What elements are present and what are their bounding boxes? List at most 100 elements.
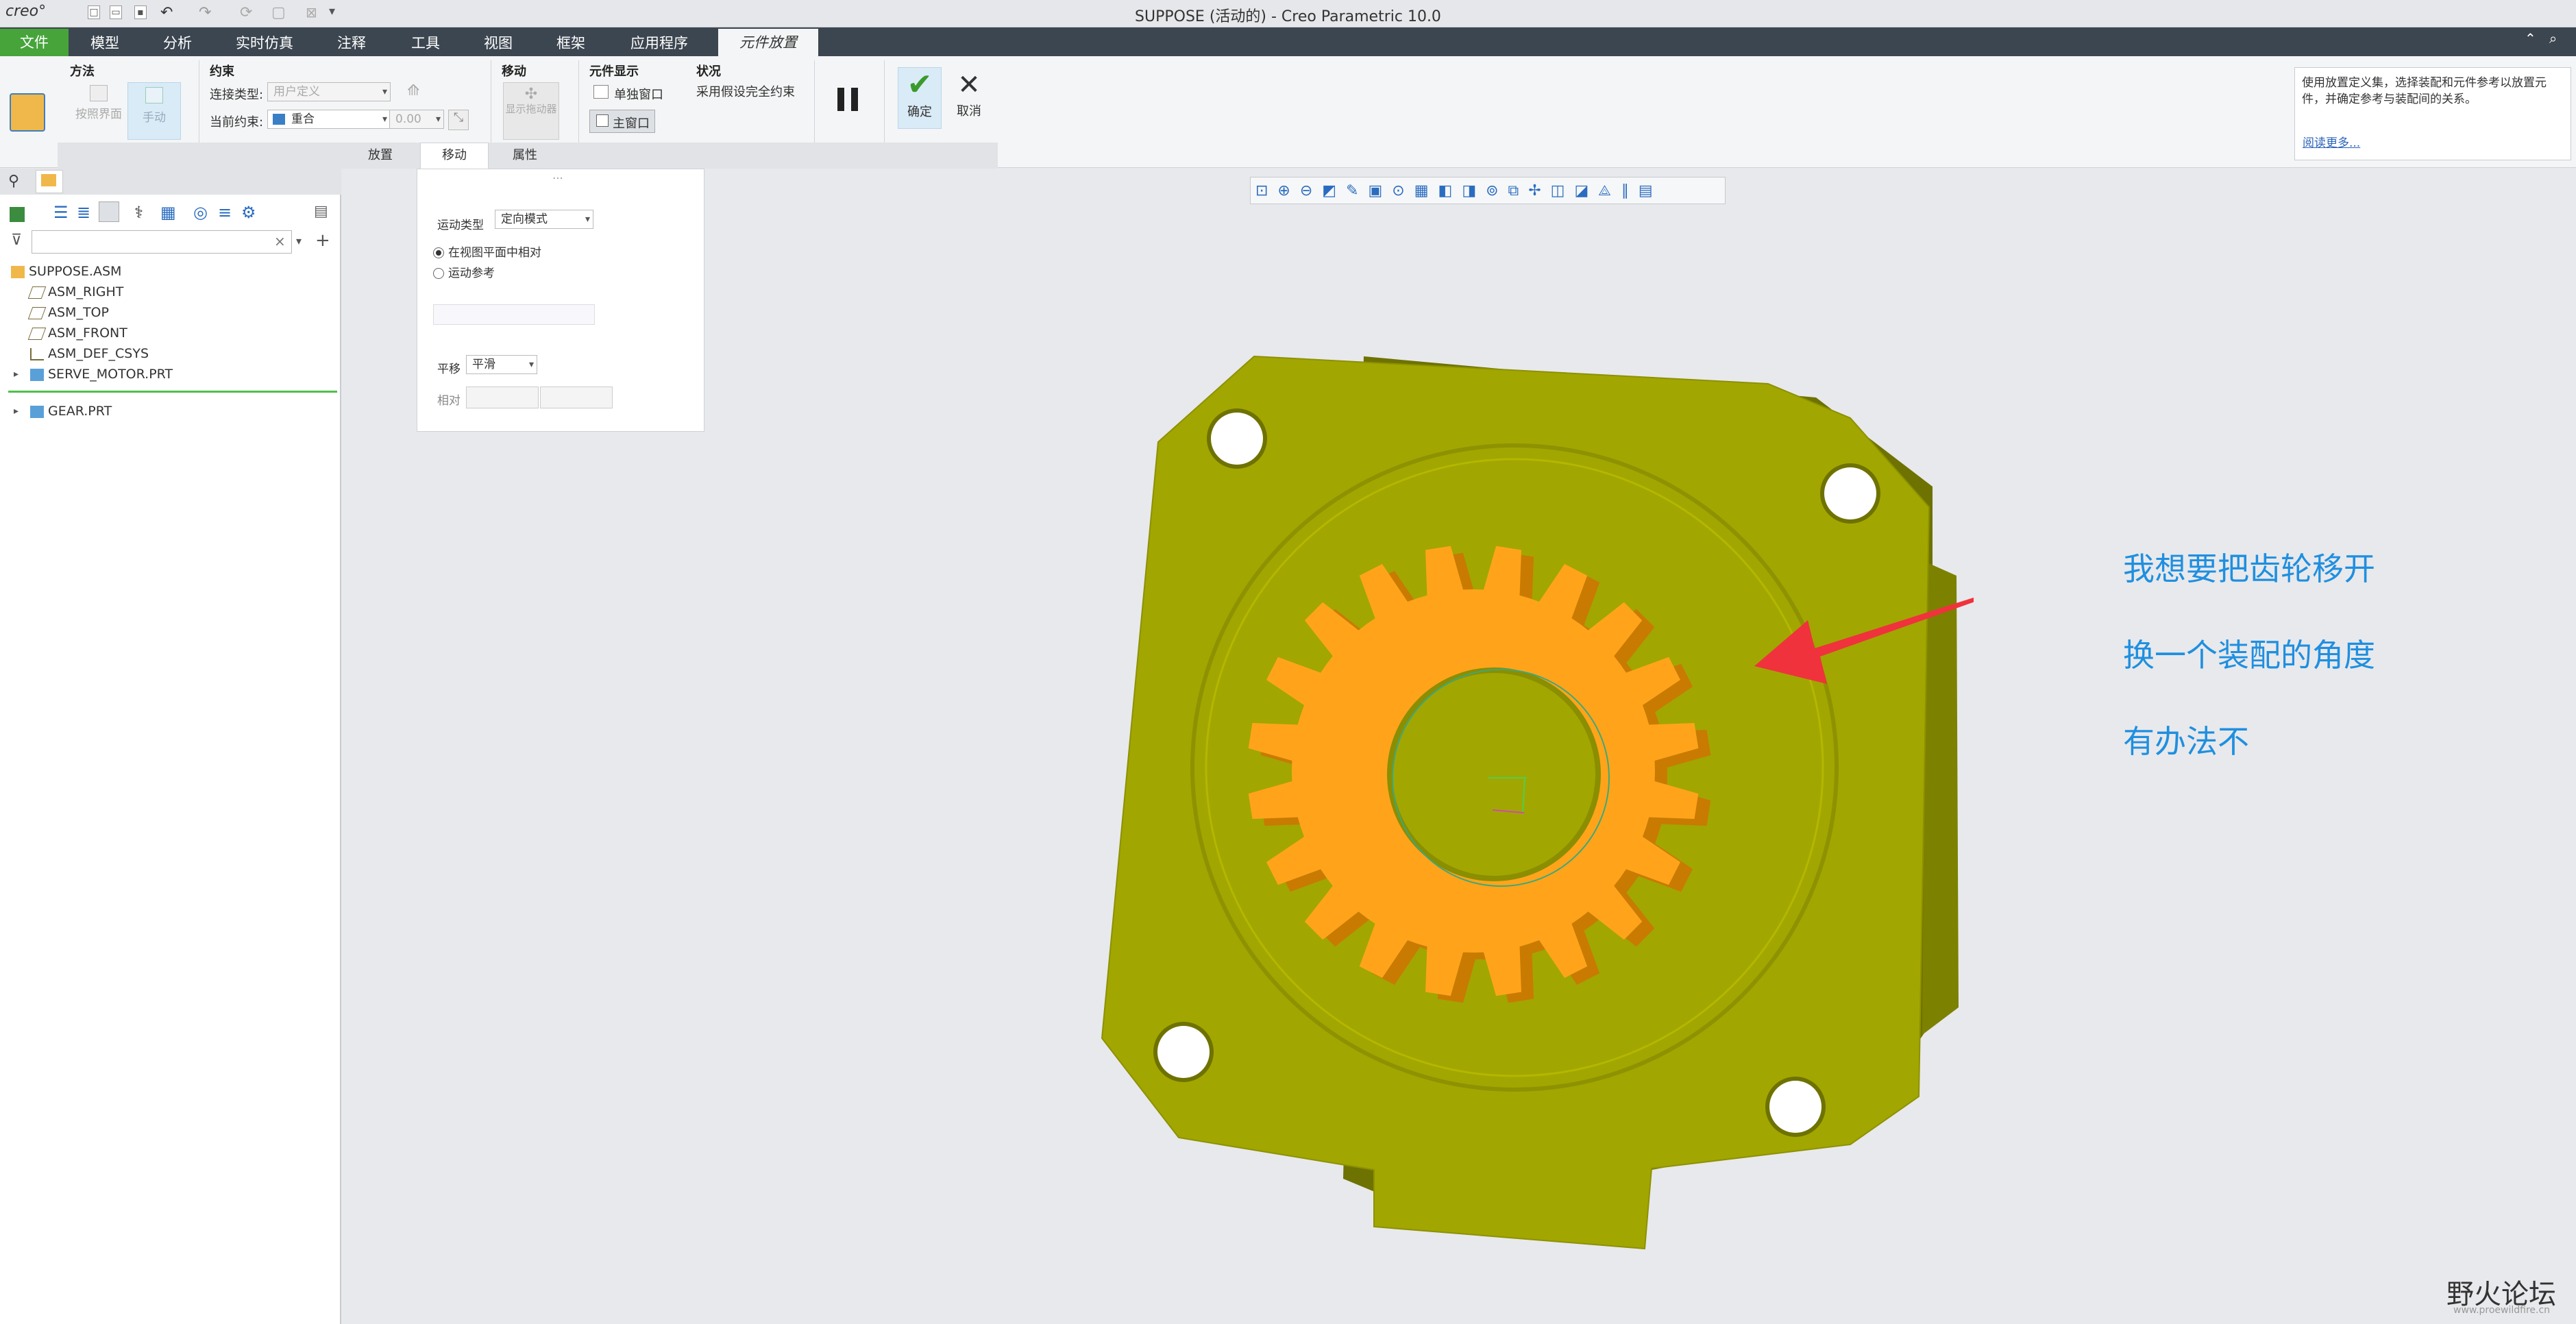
tab-component-placement[interactable]: 元件放置 bbox=[718, 29, 818, 56]
divider bbox=[814, 60, 815, 149]
tab-placement[interactable]: 放置 bbox=[346, 144, 415, 167]
current-constraint-select[interactable]: 重合 bbox=[267, 110, 391, 129]
tab-file[interactable]: 文件 bbox=[0, 29, 69, 56]
tab-model[interactable]: 模型 bbox=[90, 33, 119, 53]
show-dragger-button[interactable]: ✣ 显示拖动器 bbox=[503, 82, 559, 140]
coincident-icon bbox=[273, 114, 285, 125]
layers-icon[interactable]: ◎ bbox=[193, 203, 208, 222]
separate-window-button[interactable]: 单独窗口 bbox=[614, 85, 663, 103]
mount-hole-opening bbox=[1211, 413, 1263, 465]
motion-type-select[interactable]: 定向模式 bbox=[495, 210, 593, 229]
radio-checked bbox=[433, 247, 444, 258]
radio-motion-ref[interactable]: 运动参考 bbox=[433, 263, 495, 280]
tab-simulation[interactable]: 实时仿真 bbox=[236, 33, 293, 53]
csys-icon bbox=[30, 347, 44, 360]
connection-flip-icon[interactable]: ⟰ bbox=[407, 82, 419, 99]
ok-button[interactable]: ✔ 确定 bbox=[898, 67, 942, 129]
tree-columns-icon[interactable]: ▦ bbox=[160, 203, 176, 222]
translate-select[interactable]: 平滑 bbox=[466, 355, 537, 374]
relative-input-1[interactable] bbox=[466, 387, 539, 408]
tree-filter-icon[interactable]: ⚕ bbox=[134, 203, 143, 222]
separate-window-icon bbox=[593, 85, 609, 99]
tab-framework[interactable]: 框架 bbox=[556, 33, 585, 53]
manual-label: 手动 bbox=[143, 111, 166, 125]
by-interface-button[interactable]: 按照界面 bbox=[71, 82, 126, 137]
radio-unchecked bbox=[433, 268, 444, 279]
divider bbox=[578, 60, 579, 149]
expand-icon[interactable]: ▸ bbox=[14, 406, 19, 417]
panel-grip[interactable]: ⋯ bbox=[552, 171, 563, 184]
search-input[interactable] bbox=[32, 230, 292, 254]
tab-applications[interactable]: 应用程序 bbox=[630, 33, 688, 53]
filter-icon[interactable]: ⊽ bbox=[11, 232, 22, 249]
tree-item-label: ASM_RIGHT bbox=[48, 284, 124, 299]
settings-icon[interactable] bbox=[10, 207, 25, 222]
tree-item-asm-right[interactable]: ASM_RIGHT bbox=[27, 282, 124, 302]
show-tree-icon[interactable]: ☰ bbox=[53, 203, 69, 222]
tab-view[interactable]: 视图 bbox=[484, 33, 513, 53]
tab-analysis[interactable]: 分析 bbox=[163, 33, 192, 53]
connection-type-select[interactable]: 用户定义 bbox=[267, 82, 391, 101]
current-constraint-value: 重合 bbox=[291, 112, 315, 126]
translate-label: 平移 bbox=[437, 363, 461, 376]
model-viewport[interactable] bbox=[1069, 329, 1974, 1275]
relative-input-2[interactable] bbox=[540, 387, 613, 408]
part-icon bbox=[30, 368, 44, 381]
tree-item-asm-def-csys[interactable]: ASM_DEF_CSYS bbox=[30, 344, 149, 363]
ok-label: 确定 bbox=[907, 105, 932, 119]
part-icon bbox=[30, 405, 44, 418]
add-icon[interactable]: + bbox=[315, 230, 330, 251]
offset-input[interactable]: 0.00 bbox=[389, 110, 444, 129]
folder-icon bbox=[41, 174, 56, 186]
model-tree-tab-icon[interactable]: ⚲ bbox=[8, 173, 19, 190]
show-dragger-label: 显示拖动器 bbox=[505, 103, 557, 115]
notes-icon[interactable]: ▤ bbox=[314, 203, 328, 220]
pause-icon-bar-left[interactable] bbox=[837, 88, 844, 111]
tab-move[interactable]: 移动 bbox=[420, 144, 489, 167]
insert-indicator bbox=[8, 391, 337, 393]
tree-item-asm-front[interactable]: ASM_FRONT bbox=[27, 323, 127, 343]
tree-item-serve-motor[interactable]: SERVE_MOTOR.PRT bbox=[30, 365, 173, 384]
main-window-label: 主窗口 bbox=[613, 117, 650, 131]
connection-type-label: 连接类型: bbox=[210, 88, 264, 102]
manual-button[interactable]: 手动 bbox=[127, 82, 181, 140]
tree-root[interactable]: SUPPOSE.ASM bbox=[11, 262, 121, 281]
gear-bore bbox=[1387, 667, 1601, 881]
read-more-link[interactable]: 阅读更多... bbox=[2303, 133, 2360, 150]
tab-annotate[interactable]: 注释 bbox=[337, 33, 366, 53]
list-icon[interactable]: ≣ bbox=[77, 203, 90, 222]
cancel-label: 取消 bbox=[957, 104, 981, 119]
tree-item-asm-top[interactable]: ASM_TOP bbox=[27, 303, 109, 322]
annotation-line-3: 有办法不 bbox=[2123, 723, 2249, 760]
collapse-ribbon-icon[interactable]: ⌃ bbox=[2525, 30, 2536, 47]
search-dropdown-icon[interactable]: ▾ bbox=[296, 234, 302, 247]
assembly-icon bbox=[11, 265, 25, 278]
columns-icon[interactable] bbox=[99, 201, 119, 222]
graphics-toolbar-icons[interactable]: ⊡⊕⊖◩✎▣⊙▦◧◨⊚⧉✢◫◪⟁∥▤ bbox=[1255, 182, 1663, 199]
tree-settings-icon[interactable]: ⚙ bbox=[241, 203, 256, 222]
flip-constraint-button[interactable]: ⤡ bbox=[448, 110, 469, 130]
method-group-title: 方法 bbox=[70, 64, 95, 79]
tab-properties[interactable]: 属性 bbox=[491, 144, 559, 167]
window-title: SUPPOSE (活动的) - Creo Parametric 10.0 bbox=[1135, 8, 1441, 25]
tree-item-gear[interactable]: GEAR.PRT bbox=[30, 402, 112, 421]
mount-hole-opening bbox=[1824, 467, 1876, 519]
motion-reference-collector[interactable] bbox=[433, 304, 595, 325]
motor-connector bbox=[1922, 562, 1959, 1035]
expand-icon[interactable]: ▸ bbox=[14, 369, 19, 380]
radio-motion-ref-label: 运动参考 bbox=[448, 267, 495, 280]
radio-view-plane[interactable]: 在视图平面中相对 bbox=[433, 243, 541, 260]
search-icon[interactable]: ⌕ bbox=[2549, 30, 2557, 47]
main-window-icon bbox=[596, 114, 609, 127]
datum-plane-icon bbox=[27, 286, 47, 299]
clear-search-icon[interactable]: × bbox=[274, 233, 286, 249]
stack-icon[interactable]: ≡ bbox=[218, 203, 232, 222]
cancel-button[interactable]: ✕ 取消 bbox=[947, 69, 991, 129]
status-group-title: 状况 bbox=[696, 64, 721, 79]
status-text: 采用假设完全约束 bbox=[696, 85, 795, 99]
pause-icon-bar-right[interactable] bbox=[851, 88, 858, 111]
tree-item-label: ASM_DEF_CSYS bbox=[48, 346, 149, 361]
current-constraint-label: 当前约束: bbox=[210, 115, 264, 130]
tab-tools[interactable]: 工具 bbox=[411, 33, 440, 53]
menu-bar bbox=[0, 27, 2576, 56]
